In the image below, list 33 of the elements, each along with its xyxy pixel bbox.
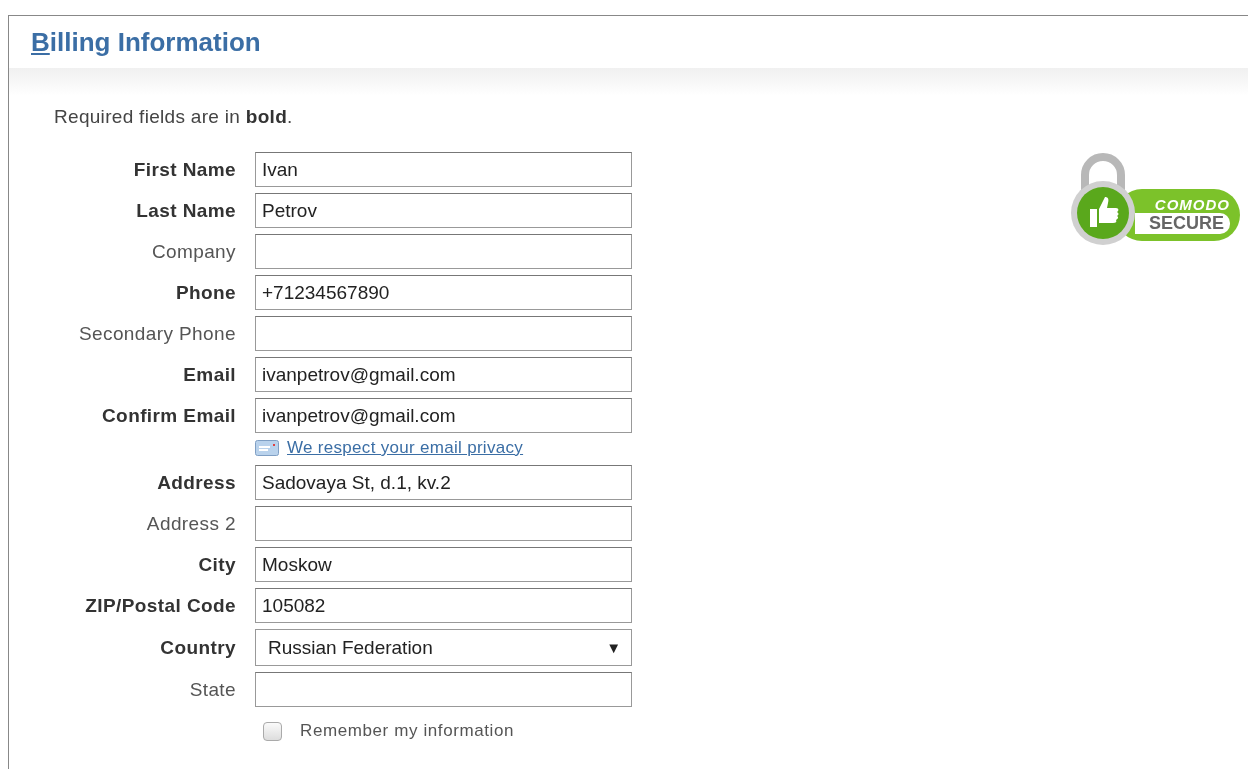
input-field[interactable] [255,234,632,269]
field-label: Secondary Phone [77,322,236,345]
field-label: City [197,553,236,576]
input-field[interactable]: 105082 [255,588,632,623]
field-label: Address 2 [145,512,236,535]
remember-label: Remember my information [300,721,515,741]
input-field[interactable] [255,316,632,351]
field-label: Country [159,636,236,659]
input-field[interactable]: ivanpetrov@gmail.com [255,357,632,392]
field-label: Company [150,240,236,263]
field-label: Email [182,363,236,386]
input-field[interactable] [255,672,632,707]
field-label: First Name [132,158,236,181]
field-label: Phone [174,281,236,304]
input-field[interactable] [255,506,632,541]
input-field[interactable]: Petrov [255,193,632,228]
input-field[interactable]: Ivan [255,152,632,187]
security-badge: COMODO SECURE [1068,151,1240,249]
field-label: State [188,678,236,701]
required-note: Required fields are in bold. [54,106,294,128]
privacy-link[interactable]: We respect your email privacy [287,438,524,458]
field-label: Confirm Email [101,404,236,427]
country-dropdown[interactable]: Russian Federation ▼ [255,629,632,666]
panel-title: Billing Information [31,26,261,58]
remember-checkbox[interactable] [263,721,282,741]
input-field[interactable]: +71234567890 [255,275,632,310]
field-label: Address [156,471,236,494]
input-field[interactable]: Moskow [255,547,632,582]
input-field[interactable]: Sadovaya St, d.1, kv.2 [255,465,632,500]
envelope-icon [255,440,279,456]
field-label: ZIP/Postal Code [84,594,236,617]
input-field[interactable]: ivanpetrov@gmail.com [255,398,632,433]
field-label: Last Name [135,199,236,222]
